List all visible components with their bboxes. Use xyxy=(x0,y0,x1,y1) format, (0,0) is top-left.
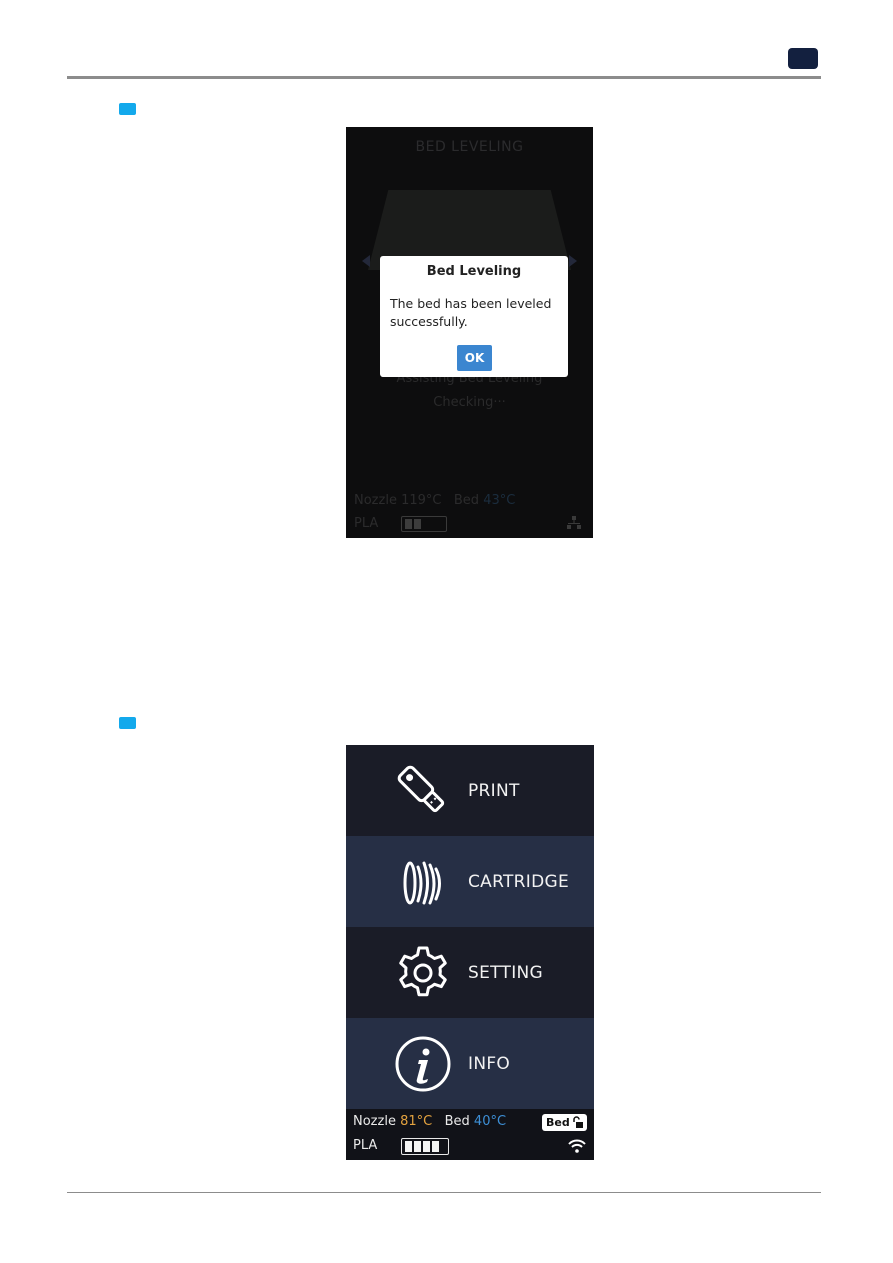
menu-label: SETTING xyxy=(468,962,544,983)
ethernet-icon xyxy=(567,516,581,529)
usb-drive-icon xyxy=(397,765,445,812)
step-marker-2 xyxy=(119,717,136,729)
arrow-left-icon xyxy=(362,255,370,267)
ok-button[interactable]: OK xyxy=(457,345,492,371)
dialog-title: Bed Leveling xyxy=(426,264,522,279)
menu-label: CARTRIDGE xyxy=(468,871,569,892)
bed-label: Bed xyxy=(453,493,480,508)
checking-status: Checking··· xyxy=(433,395,506,410)
filament-level-indicator xyxy=(401,1138,449,1155)
bed-lock-label: Bed xyxy=(546,1116,570,1129)
bed-lock-button[interactable]: Bed xyxy=(542,1114,587,1131)
temperature-readout: Nozzle 81°C Bed 40°C xyxy=(353,1114,506,1129)
temperature-readout: Nozzle 119°C Bed 43°C xyxy=(354,493,515,508)
menu-item-info[interactable]: INFO xyxy=(346,1018,594,1109)
wifi-icon xyxy=(568,1139,586,1153)
bed-label: Bed xyxy=(444,1114,470,1129)
bed-temp: 43°C xyxy=(483,493,516,508)
nozzle-label: Nozzle xyxy=(354,493,397,508)
status-bar: Nozzle 81°C Bed 40°C Bed PLA xyxy=(346,1109,594,1160)
bed-leveling-dialog: Bed Leveling The bed has been leveled su… xyxy=(380,256,568,377)
page-number-tab xyxy=(788,48,818,69)
footer-divider xyxy=(67,1192,821,1193)
menu-item-setting[interactable]: SETTING xyxy=(346,927,594,1018)
gear-icon xyxy=(399,946,447,996)
material-label: PLA xyxy=(353,1138,378,1153)
nozzle-temp: 119°C xyxy=(401,493,442,508)
header-divider xyxy=(67,76,821,79)
filament-level-indicator xyxy=(401,516,447,532)
filament-spool-icon xyxy=(403,861,441,904)
material-label: PLA xyxy=(354,516,379,531)
printer-screen-bed-leveling: BED LEVELING Assisting Bed Leveling Chec… xyxy=(346,127,593,538)
info-icon xyxy=(395,1036,451,1091)
menu-label: INFO xyxy=(468,1053,511,1074)
menu-label: PRINT xyxy=(468,780,520,801)
printer-screen-main-menu: PRINT CARTRIDGE SETTING INFO Nozzle 81°C xyxy=(346,745,594,1160)
menu-item-print[interactable]: PRINT xyxy=(346,745,594,836)
nozzle-temp: 81°C xyxy=(400,1114,433,1129)
screen-title: BED LEVELING xyxy=(415,139,524,155)
nozzle-label: Nozzle xyxy=(353,1114,396,1129)
unlock-icon xyxy=(573,1116,583,1128)
menu-item-cartridge[interactable]: CARTRIDGE xyxy=(346,836,594,927)
bed-temp: 40°C xyxy=(473,1114,507,1129)
dialog-message: The bed has been leveled successfully. xyxy=(390,296,552,329)
arrow-right-icon xyxy=(569,255,577,267)
step-marker-1 xyxy=(119,103,136,115)
